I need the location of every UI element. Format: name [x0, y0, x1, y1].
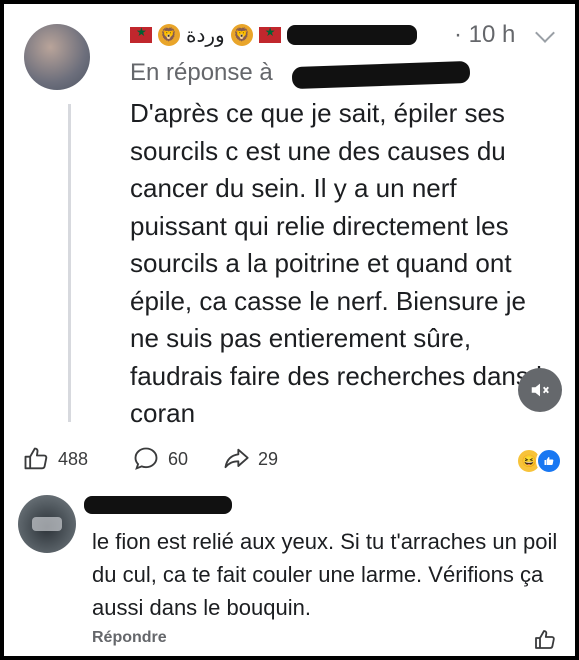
post: 🦁 وردة 🦁 · 10 h En réponse à D'après ce … — [4, 4, 575, 429]
morocco-flag-icon — [130, 25, 152, 43]
screenshot-frame: 🦁 وردة 🦁 · 10 h En réponse à D'après ce … — [0, 0, 579, 660]
comment-text: le fion est relié aux yeux. Si tu t'arra… — [92, 529, 558, 620]
redacted-reply-name — [291, 60, 471, 90]
commenter-avatar[interactable] — [18, 495, 76, 553]
lion-emoji-icon: 🦁 — [158, 24, 180, 46]
like-count: 488 — [58, 448, 89, 469]
morocco-flag-icon — [258, 25, 281, 43]
author-name: وردة — [186, 23, 225, 47]
comment-count: 60 — [168, 448, 189, 469]
post-time[interactable]: · 10 h — [454, 21, 515, 49]
reply-to-label: En réponse à — [130, 59, 273, 86]
share-count: 29 — [258, 448, 279, 469]
reaction-summary[interactable]: 😆 — [516, 448, 562, 474]
like-icon — [24, 447, 48, 470]
chevron-down-icon[interactable] — [535, 23, 555, 43]
share-icon — [224, 448, 249, 469]
author-avatar[interactable] — [24, 24, 90, 90]
mute-button[interactable] — [518, 368, 562, 412]
like-button[interactable]: 488 — [22, 445, 88, 473]
comment-like-icon[interactable] — [533, 628, 557, 652]
author-header[interactable]: 🦁 وردة 🦁 — [130, 18, 417, 52]
redacted-commenter-name — [84, 496, 232, 514]
comment-button[interactable]: 60 — [132, 445, 188, 473]
thread-line — [68, 104, 71, 422]
post-text: D'après ce que je sait, épiler ses sourc… — [130, 98, 557, 428]
redacted-name-block — [286, 25, 417, 45]
share-button[interactable]: 29 — [222, 445, 278, 473]
mute-icon — [531, 383, 549, 397]
lion-emoji-icon: 🦁 — [230, 24, 253, 46]
post-actions: 488 60 29 — [4, 434, 575, 484]
like-reaction-icon — [536, 448, 562, 474]
reply-button[interactable]: Répondre — [92, 629, 167, 647]
comment-icon — [134, 447, 158, 470]
